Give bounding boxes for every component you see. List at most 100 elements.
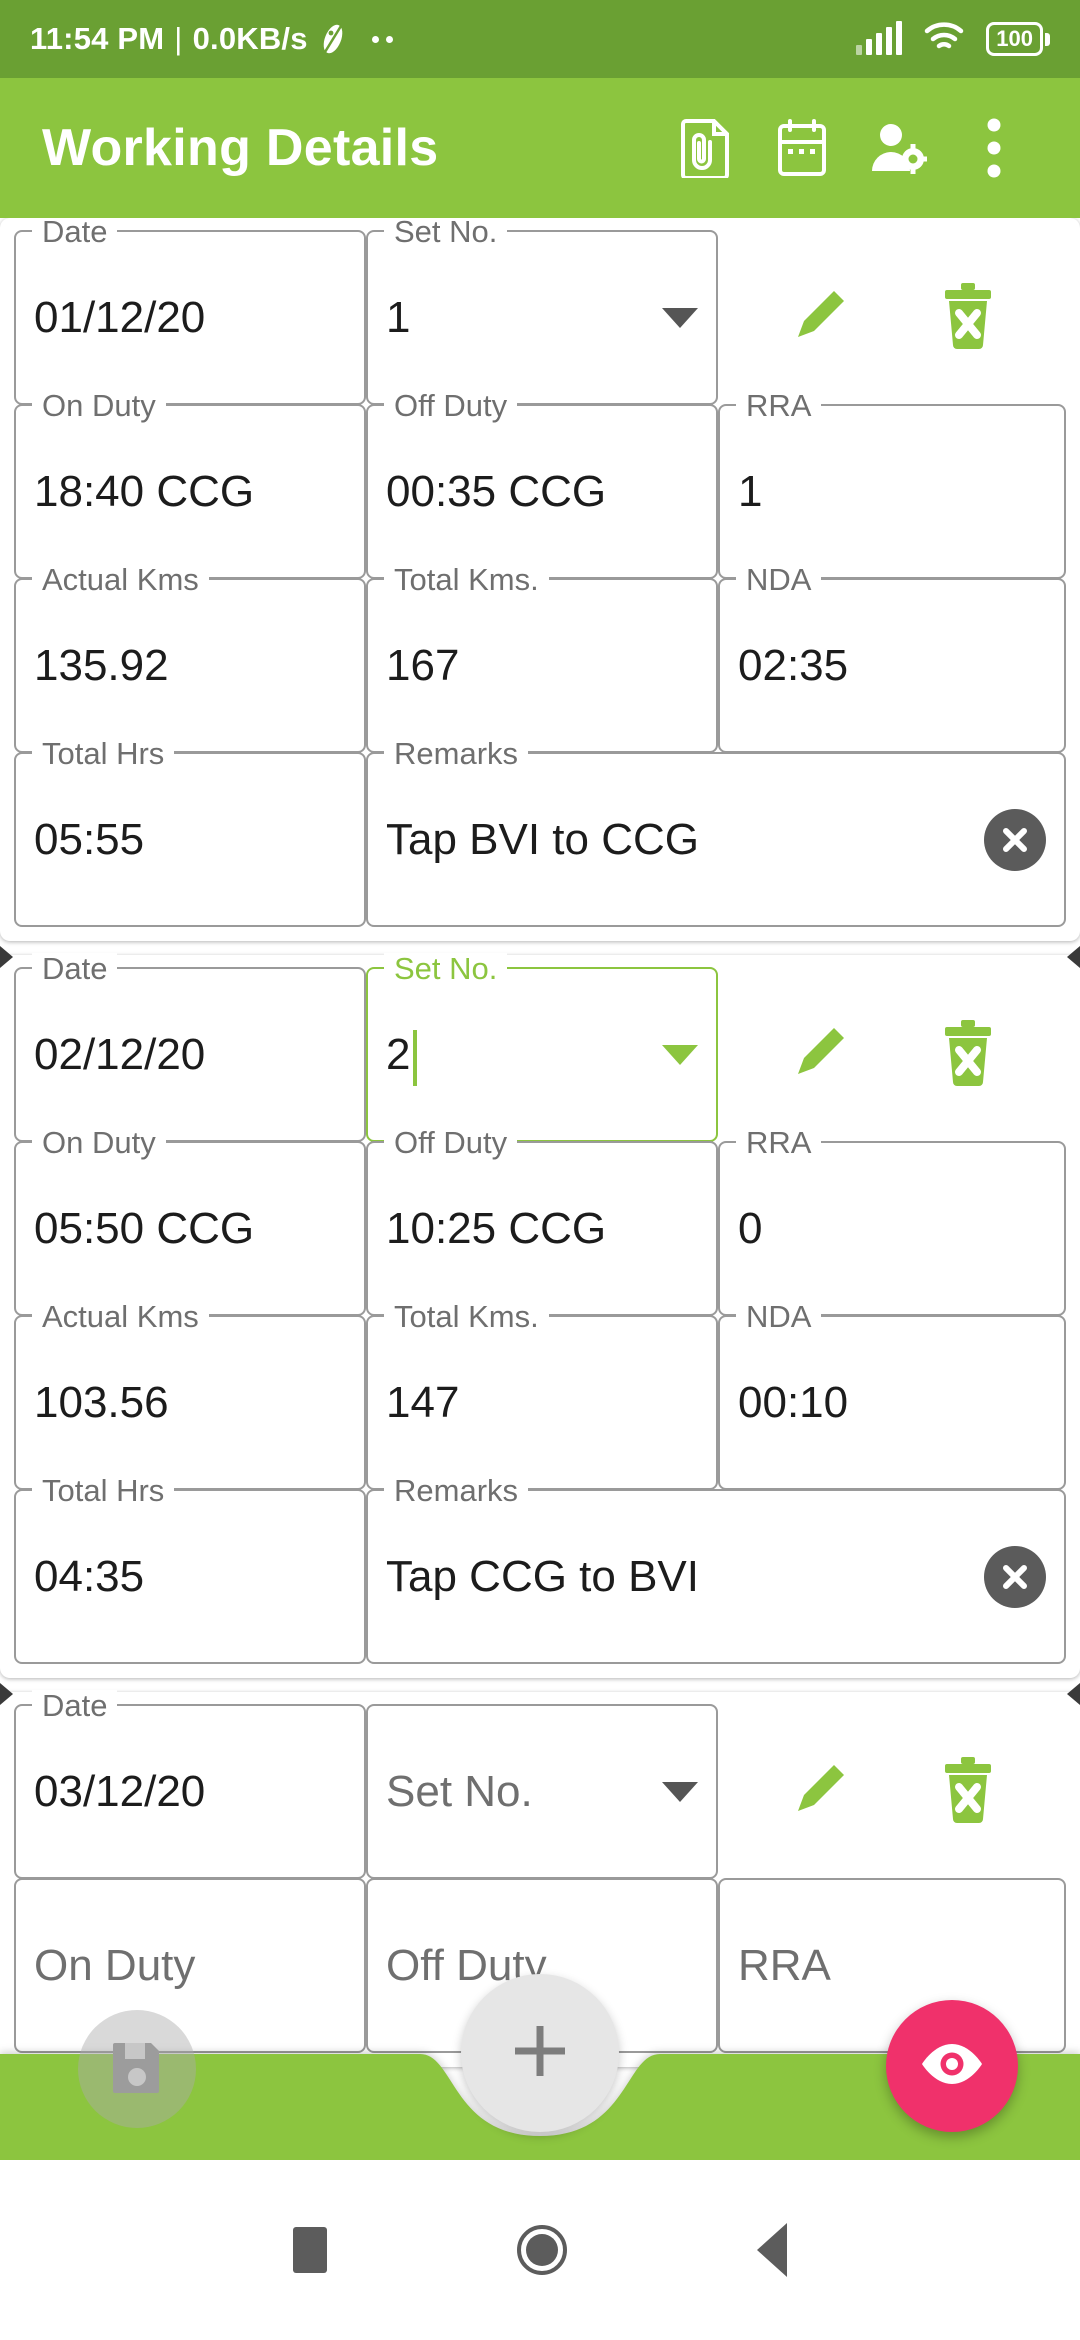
date-field[interactable]: Date 02/12/20 xyxy=(14,953,366,1142)
actual-kms-field[interactable]: Actual Kms 135.92 xyxy=(14,564,366,753)
on-duty-field[interactable]: On Duty 05:50 CCG xyxy=(14,1127,366,1316)
on-duty-field[interactable]: On Duty xyxy=(14,1878,366,2053)
total-kms-value: 167 xyxy=(386,640,460,690)
overflow-menu-icon[interactable] xyxy=(946,100,1042,196)
delete-trash-icon[interactable] xyxy=(935,1016,1001,1093)
battery-cap xyxy=(1045,32,1050,46)
rra-field[interactable]: RRA 0 xyxy=(718,1127,1066,1316)
card-actions xyxy=(718,967,1066,1142)
working-entry-card[interactable]: Date 02/12/20 Set No. 2 On Duty 05:50 CC… xyxy=(0,946,1080,1678)
working-entry-card[interactable]: Date 01/12/20 Set No. 1 On Duty 18:40 CC… xyxy=(0,218,1080,941)
user-settings-icon[interactable] xyxy=(850,100,946,196)
rra-field[interactable]: RRA xyxy=(718,1878,1066,2053)
date-field[interactable]: Date 03/12/20 xyxy=(14,1690,366,1879)
card-row-date-set: Date 01/12/20 Set No. 1 xyxy=(14,218,1066,405)
date-field[interactable]: Date 01/12/20 xyxy=(14,218,366,405)
set-no-value: 2 xyxy=(386,1029,411,1079)
off-duty-label: Off Duty xyxy=(384,390,518,422)
total-kms-field[interactable]: Total Kms. 167 xyxy=(366,564,718,753)
attachment-document-icon[interactable] xyxy=(658,100,754,196)
app-bar: Working Details xyxy=(0,78,1080,218)
total-hrs-label: Total Hrs xyxy=(32,1475,175,1507)
off-duty-field[interactable]: Off Duty 10:25 CCG xyxy=(366,1127,718,1316)
total-hrs-field[interactable]: Total Hrs 05:55 xyxy=(14,738,366,927)
set-no-field[interactable]: Set No. 1 xyxy=(366,218,718,405)
delete-trash-icon[interactable] xyxy=(935,1753,1001,1830)
app-bar-actions xyxy=(658,100,1042,196)
remarks-field[interactable]: Remarks Tap BVI to CCG xyxy=(366,738,1066,927)
rra-value: 0 xyxy=(738,1203,763,1253)
nda-field[interactable]: NDA 00:10 xyxy=(718,1301,1066,1490)
recents-square-icon[interactable] xyxy=(293,2227,327,2273)
nda-label: NDA xyxy=(736,1301,822,1333)
actual-kms-field[interactable]: Actual Kms 103.56 xyxy=(14,1301,366,1490)
date-label: Date xyxy=(32,218,118,248)
clear-x-icon[interactable] xyxy=(984,1545,1046,1608)
total-hrs-value: 04:35 xyxy=(34,1551,145,1601)
delete-trash-icon[interactable] xyxy=(935,279,1001,356)
on-duty-field[interactable]: On Duty 18:40 CCG xyxy=(14,390,366,579)
chevron-down-icon[interactable] xyxy=(662,1781,698,1802)
remarks-label: Remarks xyxy=(384,738,529,770)
set-no-placeholder: Set No. xyxy=(386,1766,533,1816)
date-label: Date xyxy=(32,1690,118,1722)
rra-field[interactable]: RRA 1 xyxy=(718,390,1066,579)
edit-pencil-icon[interactable] xyxy=(784,1016,856,1093)
set-no-value: 1 xyxy=(386,292,411,342)
card-actions xyxy=(718,230,1066,405)
off-duty-label: Off Duty xyxy=(384,1127,518,1159)
actual-kms-label: Actual Kms xyxy=(32,1301,209,1333)
on-duty-value: 05:50 CCG xyxy=(34,1203,255,1253)
edit-pencil-icon[interactable] xyxy=(784,1753,856,1830)
card-row-date-set: Date 02/12/20 Set No. 2 xyxy=(14,953,1066,1142)
calendar-icon[interactable] xyxy=(754,100,850,196)
set-no-field[interactable]: Set No. xyxy=(366,1704,718,1879)
clear-x-icon[interactable] xyxy=(984,808,1046,871)
on-duty-label: On Duty xyxy=(32,390,166,422)
view-button[interactable] xyxy=(886,2000,1018,2132)
actual-kms-label: Actual Kms xyxy=(32,564,209,596)
working-details-list[interactable]: Date 01/12/20 Set No. 1 On Duty 18:40 CC… xyxy=(0,218,1080,2098)
nda-field[interactable]: NDA 02:35 xyxy=(718,564,1066,753)
save-icon xyxy=(111,2039,163,2100)
set-no-label: Set No. xyxy=(384,218,508,248)
set-no-label: Set No. xyxy=(384,953,508,985)
total-kms-value: 147 xyxy=(386,1377,460,1427)
chevron-down-icon[interactable] xyxy=(662,1044,698,1065)
set-no-field[interactable]: Set No. 2 xyxy=(366,953,718,1142)
total-kms-field[interactable]: Total Kms. 147 xyxy=(366,1301,718,1490)
status-separator: | xyxy=(174,21,183,56)
total-hrs-value: 05:55 xyxy=(34,814,145,864)
add-button[interactable] xyxy=(461,1974,619,2132)
card-divider-marker-left xyxy=(0,1683,13,1705)
nda-value: 02:35 xyxy=(738,640,849,690)
edit-pencil-icon[interactable] xyxy=(784,279,856,356)
status-bar: 11:54 PM | 0.0KB/s 100 xyxy=(0,0,1080,78)
status-network-speed: 0.0KB/s xyxy=(192,21,308,56)
card-row-hrs-remarks: Total Hrs 04:35 Remarks Tap CCG to BVI xyxy=(14,1475,1066,1664)
date-label: Date xyxy=(32,953,118,985)
rra-value: 1 xyxy=(738,466,763,516)
remarks-field[interactable]: Remarks Tap CCG to BVI xyxy=(366,1475,1066,1664)
on-duty-value: 18:40 CCG xyxy=(34,466,255,516)
chevron-down-icon[interactable] xyxy=(662,307,698,328)
rra-placeholder: RRA xyxy=(738,1940,831,1990)
android-nav-bar xyxy=(0,2160,1080,2340)
remarks-value: Tap BVI to CCG xyxy=(386,814,700,864)
off-duty-field[interactable]: Off Duty 00:35 CCG xyxy=(366,390,718,579)
actual-kms-value: 135.92 xyxy=(34,640,169,690)
home-circle-icon[interactable] xyxy=(517,2225,567,2275)
card-divider-marker-right xyxy=(1067,946,1080,968)
card-row-kms: Actual Kms 103.56 Total Kms. 147 NDA 00:… xyxy=(14,1301,1066,1490)
total-hrs-field[interactable]: Total Hrs 04:35 xyxy=(14,1475,366,1664)
card-divider-marker-right xyxy=(1067,1683,1080,1705)
date-value: 03/12/20 xyxy=(34,1766,206,1816)
rra-label: RRA xyxy=(736,390,822,422)
signal-bars-icon xyxy=(856,21,903,55)
remarks-label: Remarks xyxy=(384,1475,529,1507)
save-button[interactable] xyxy=(78,2010,196,2128)
rra-label: RRA xyxy=(736,1127,822,1159)
back-triangle-icon[interactable] xyxy=(757,2223,787,2277)
total-kms-label: Total Kms. xyxy=(384,1301,549,1333)
status-bar-right: 100 xyxy=(856,21,1050,58)
